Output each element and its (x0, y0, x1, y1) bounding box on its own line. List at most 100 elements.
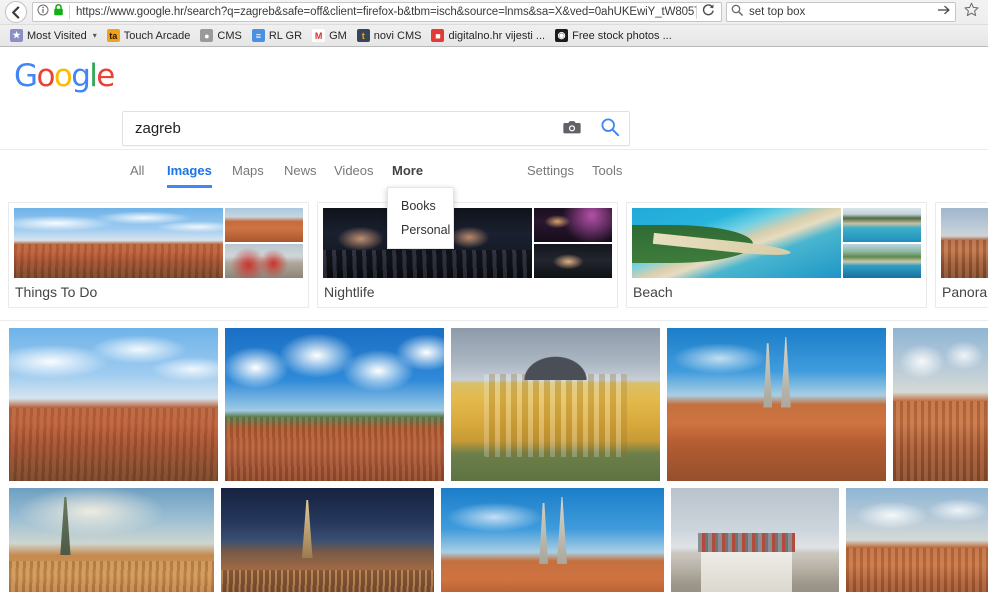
category-card[interactable]: Things To Do (8, 202, 309, 308)
camera-search-button[interactable] (553, 112, 591, 145)
search-submit-button[interactable] (591, 112, 629, 145)
bookmark-label: Free stock photos ... (572, 29, 672, 42)
bookmark-item[interactable]: ■ digitalno.hr vijesti ... (427, 28, 551, 43)
island-coast-sea[interactable] (843, 244, 921, 278)
zagreb-cathedral-aerial[interactable] (441, 488, 664, 592)
tab-news[interactable]: News (284, 160, 317, 188)
zagreb-square-at-dusk[interactable] (221, 488, 434, 592)
news-icon: ■ (431, 29, 445, 42)
star-icon (963, 2, 979, 22)
menu-item-books[interactable]: Books (388, 194, 453, 218)
logo-letter-g1: G (14, 58, 38, 94)
info-icon[interactable] (37, 3, 49, 21)
bookmark-item[interactable]: M GM (308, 28, 353, 43)
category-card[interactable]: Nightlife (317, 202, 618, 308)
padlock-icon[interactable] (53, 3, 64, 21)
reload-icon (702, 3, 715, 21)
logo-letter-g2: g (71, 58, 91, 94)
tab-more[interactable]: More (392, 160, 423, 188)
results-row (0, 488, 988, 592)
tab-images[interactable]: Images (167, 160, 212, 188)
zagreb-rooftops-upper-town[interactable] (893, 328, 988, 481)
bookmark-label: Touch Arcade (123, 29, 191, 42)
bookmark-label: novi CMS (373, 29, 422, 42)
bookmark-item[interactable]: ◉ Free stock photos ... (551, 28, 678, 43)
zagreb-cathedral-skyline[interactable] (667, 328, 886, 481)
bookmark-item[interactable]: ★ Most Visited ▾ (6, 28, 103, 43)
zagreb-roofs-church-tower[interactable] (846, 488, 988, 592)
market-red-umbrellas[interactable] (225, 244, 303, 278)
tumblr-icon: t (356, 29, 370, 42)
st-marks-church[interactable] (671, 488, 839, 592)
bookmark-label: CMS (217, 29, 242, 42)
category-thumbs (843, 208, 921, 278)
bookmark-label: RL GR (268, 29, 303, 42)
tab-settings[interactable]: Settings (527, 160, 574, 188)
folder-icon: ★ (10, 29, 23, 42)
bookmark-label: digitalno.hr vijesti ... (448, 29, 546, 42)
touch-arcade-icon: ta (106, 29, 120, 42)
bookmark-item[interactable]: ● CMS (196, 28, 247, 43)
browser-search-bar[interactable]: set top box (726, 2, 956, 22)
category-card[interactable]: Panorama (935, 202, 988, 308)
zagreb-aerial-old-town[interactable] (9, 328, 218, 481)
image-results-grid (0, 328, 988, 592)
reload-button[interactable] (697, 3, 719, 21)
logo-letter-e: e (96, 58, 115, 94)
category-label: Panorama (942, 284, 988, 300)
bookmark-item[interactable]: ≡ RL GR (248, 28, 308, 43)
back-arrow-icon (10, 5, 23, 19)
croatian-national-theatre[interactable] (451, 328, 660, 481)
chevron-down-icon: ▾ (92, 31, 97, 40)
ban-jelacic-square-evening[interactable] (9, 488, 214, 592)
tab-videos[interactable]: Videos (334, 160, 374, 188)
category-image-collage (632, 208, 921, 278)
url-text[interactable]: https://www.google.hr/search?q=zagreb&sa… (70, 6, 696, 18)
category-thumbs (225, 208, 303, 278)
bookmark-button[interactable] (959, 2, 983, 22)
category-image-collage (14, 208, 303, 278)
bookmarks-toolbar: ★ Most Visited ▾ ta Touch Arcade ● CMS ≡ RL GR M G… (0, 24, 988, 46)
adriatic-cliff-cove[interactable] (843, 208, 921, 242)
tab-tools[interactable]: Tools (592, 160, 622, 188)
gmail-icon: M (312, 29, 326, 42)
bookmark-item[interactable]: t novi CMS (353, 28, 428, 43)
address-bar[interactable]: https://www.google.hr/search?q=zagreb&sa… (32, 2, 722, 22)
site-identity-block[interactable] (37, 3, 69, 21)
more-dropdown-menu[interactable]: Books Personal (387, 187, 454, 249)
camera-icon: ◉ (555, 29, 569, 42)
browser-search-input[interactable]: set top box (743, 6, 937, 18)
tab-maps[interactable]: Maps (232, 160, 264, 188)
menu-item-personal[interactable]: Personal (388, 218, 453, 242)
search-icon (731, 3, 743, 21)
club-crowd-women[interactable] (534, 208, 612, 242)
category-image-collage (941, 208, 988, 278)
page-content: Google zagreb All Images Maps News Video… (0, 47, 988, 592)
browser-navigation-bar: https://www.google.hr/search?q=zagreb&sa… (0, 0, 988, 24)
zagreb-blue-sky-panorama[interactable] (225, 328, 444, 481)
camera-search-icon (563, 119, 581, 138)
logo-letter-o1: o (36, 58, 55, 94)
search-mode-tabs: All Images Maps News Videos More Settings Tools (0, 160, 988, 190)
category-card[interactable]: Beach (626, 202, 927, 308)
back-button[interactable] (5, 1, 27, 23)
club-party-crowd[interactable] (534, 244, 612, 278)
arrow-right-icon[interactable] (937, 3, 951, 21)
category-label: Nightlife (324, 284, 375, 300)
bookmark-item[interactable]: ta Touch Arcade (103, 28, 197, 43)
google-search-form[interactable] (122, 111, 630, 146)
google-logo[interactable]: Google (14, 58, 115, 94)
bookmark-label: Most Visited (27, 29, 87, 42)
zlatni-rat-beach[interactable] (632, 208, 841, 278)
category-thumbs (534, 208, 612, 278)
zagreb-skyline-cathedral[interactable] (14, 208, 223, 278)
zagreb-panorama-tower[interactable] (941, 208, 988, 278)
category-image-collage (323, 208, 612, 278)
browser-chrome: https://www.google.hr/search?q=zagreb&sa… (0, 0, 988, 47)
related-categories-strip: Things To Do Nightlife Beach Panorama (0, 202, 988, 321)
globe-icon: ● (200, 29, 214, 42)
tab-all[interactable]: All (130, 160, 144, 188)
red-roofs-cathedral[interactable] (225, 208, 303, 242)
results-row (0, 328, 988, 481)
search-input[interactable] (123, 112, 553, 145)
